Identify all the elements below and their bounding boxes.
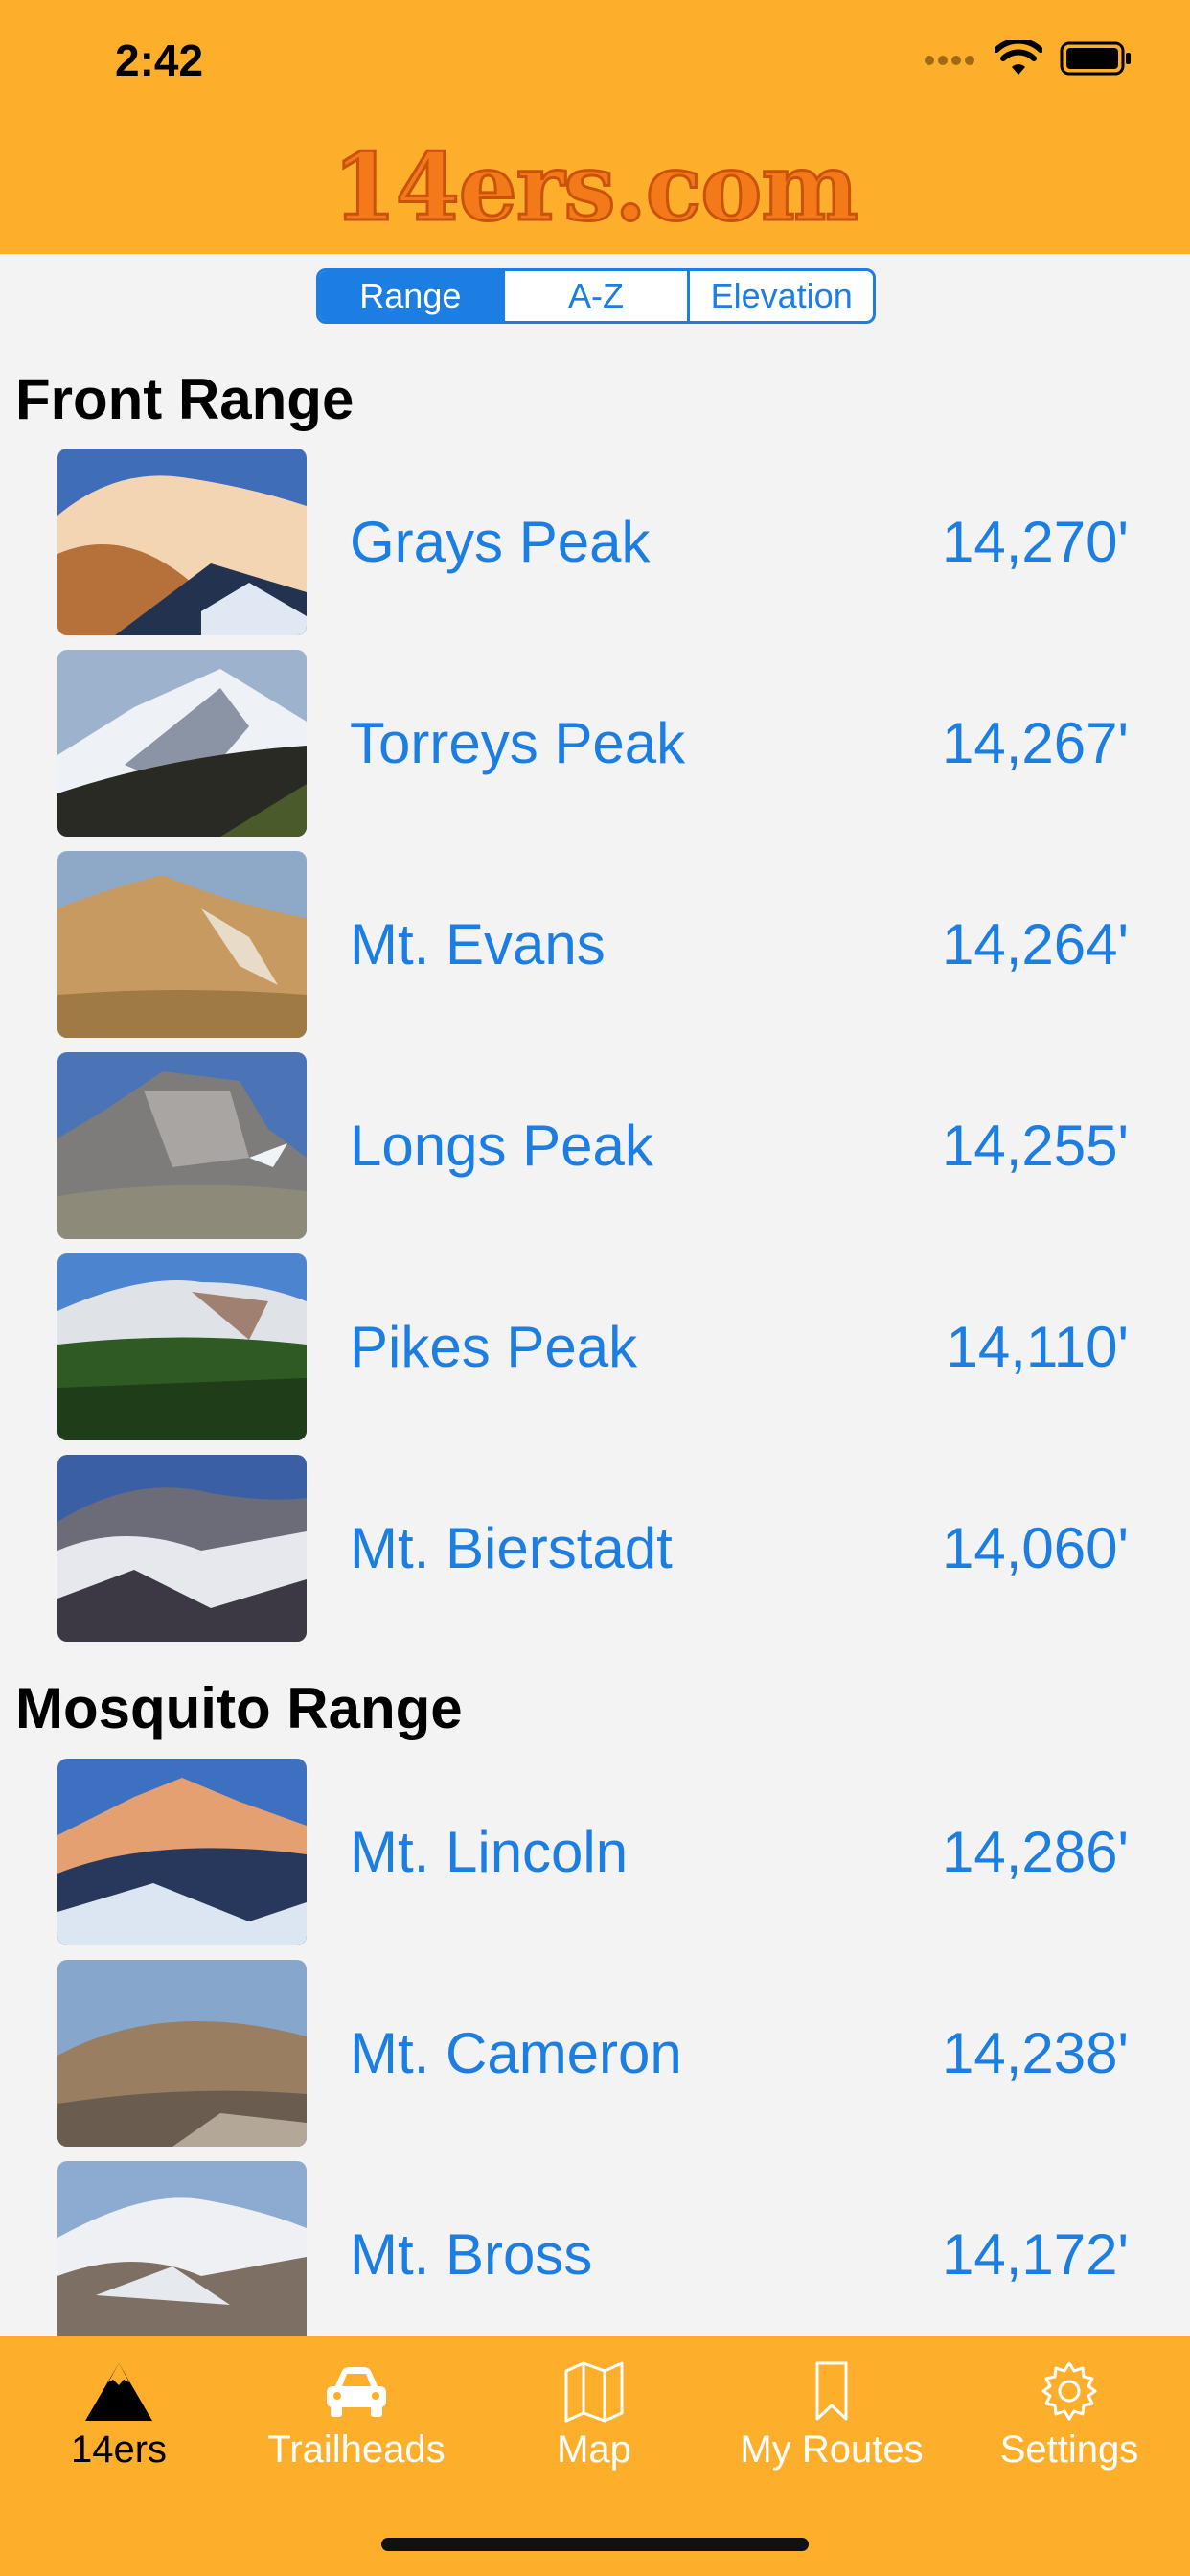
list-item[interactable]: Mt. Cameron 14,238' [57,1960,1190,2147]
peak-elevation: 14,172' [942,2222,1129,2287]
app-header: 2:42 14ers.com [0,0,1190,254]
list-item[interactable]: Torreys Peak 14,267' [57,650,1190,837]
peak-name: Longs Peak [350,1114,653,1178]
list-item[interactable]: Mt. Bross 14,172' [57,2161,1190,2348]
peak-elevation: 14,286' [942,1820,1129,1884]
section-title: Front Range [15,367,355,431]
peak-thumbnail [57,448,307,635]
segment-range[interactable]: Range [319,271,502,321]
peak-thumbnail [57,1960,307,2147]
tab-my-routes[interactable]: My Routes [713,2359,950,2472]
car-icon [327,2367,386,2417]
peak-name: Mt. Bierstadt [350,1516,673,1580]
peak-elevation: 14,238' [942,2021,1129,2085]
mountain-icon [85,2363,152,2421]
gear-icon [1041,2361,1097,2421]
home-indicator [381,2538,809,2551]
app-logo: 14ers.com [332,133,860,242]
tab-14ers[interactable]: 14ers [0,2359,238,2472]
list-item[interactable]: Mt. Evans 14,264' [57,851,1190,1038]
peak-elevation: 14,060' [942,1516,1129,1580]
peak-elevation: 14,110' [946,1315,1129,1379]
list-item[interactable]: Longs Peak 14,255' [57,1052,1190,1239]
tab-label: Settings [999,2428,1139,2471]
peak-elevation: 14,270' [942,510,1129,574]
peak-thumbnail [57,1759,307,1945]
peak-thumbnail [57,2161,307,2336]
peak-thumbnail [57,851,307,1038]
list-item[interactable]: Grays Peak 14,270' [57,448,1190,635]
section-title: Mosquito Range [15,1676,463,1740]
wifi-icon [995,40,1042,75]
sort-segmented-control: Range A-Z Elevation [316,268,876,324]
peak-thumbnail [57,650,307,837]
list-item[interactable]: Pikes Peak 14,110' [57,1254,1190,1440]
tab-label: 14ers [70,2428,168,2471]
peak-name: Mt. Evans [350,912,606,977]
bookmark-icon [815,2361,848,2421]
peak-name: Mt. Lincoln [350,1820,629,1884]
peak-name: Pikes Peak [350,1315,638,1379]
list-item[interactable]: Mt. Lincoln 14,286' [57,1759,1190,1945]
peak-name: Mt. Bross [350,2222,593,2287]
peak-elevation: 14,267' [942,711,1129,775]
list-item[interactable]: Mt. Bierstadt 14,060' [57,1455,1190,1642]
segment-elevation[interactable]: Elevation [687,271,873,321]
map-icon [564,2361,624,2423]
peak-thumbnail [57,1254,307,1440]
signal-icon [925,56,974,65]
peak-elevation: 14,264' [942,912,1129,977]
tab-map[interactable]: Map [475,2359,713,2472]
status-time: 2:42 [115,35,204,85]
peak-elevation: 14,255' [942,1114,1129,1178]
peak-name: Grays Peak [350,510,651,574]
peak-thumbnail [57,1052,307,1239]
status-icons [924,40,1133,77]
peak-name: Torreys Peak [350,711,686,775]
peak-name: Mt. Cameron [350,2021,682,2085]
battery-icon [1060,41,1131,76]
tab-label: Map [557,2428,631,2471]
tab-settings[interactable]: Settings [950,2359,1188,2472]
tab-label: Trailheads [267,2428,446,2471]
peak-thumbnail [57,1455,307,1642]
tab-trailheads[interactable]: Trailheads [238,2359,475,2472]
tab-label: My Routes [740,2428,924,2471]
segment-a-z[interactable]: A-Z [501,271,688,321]
